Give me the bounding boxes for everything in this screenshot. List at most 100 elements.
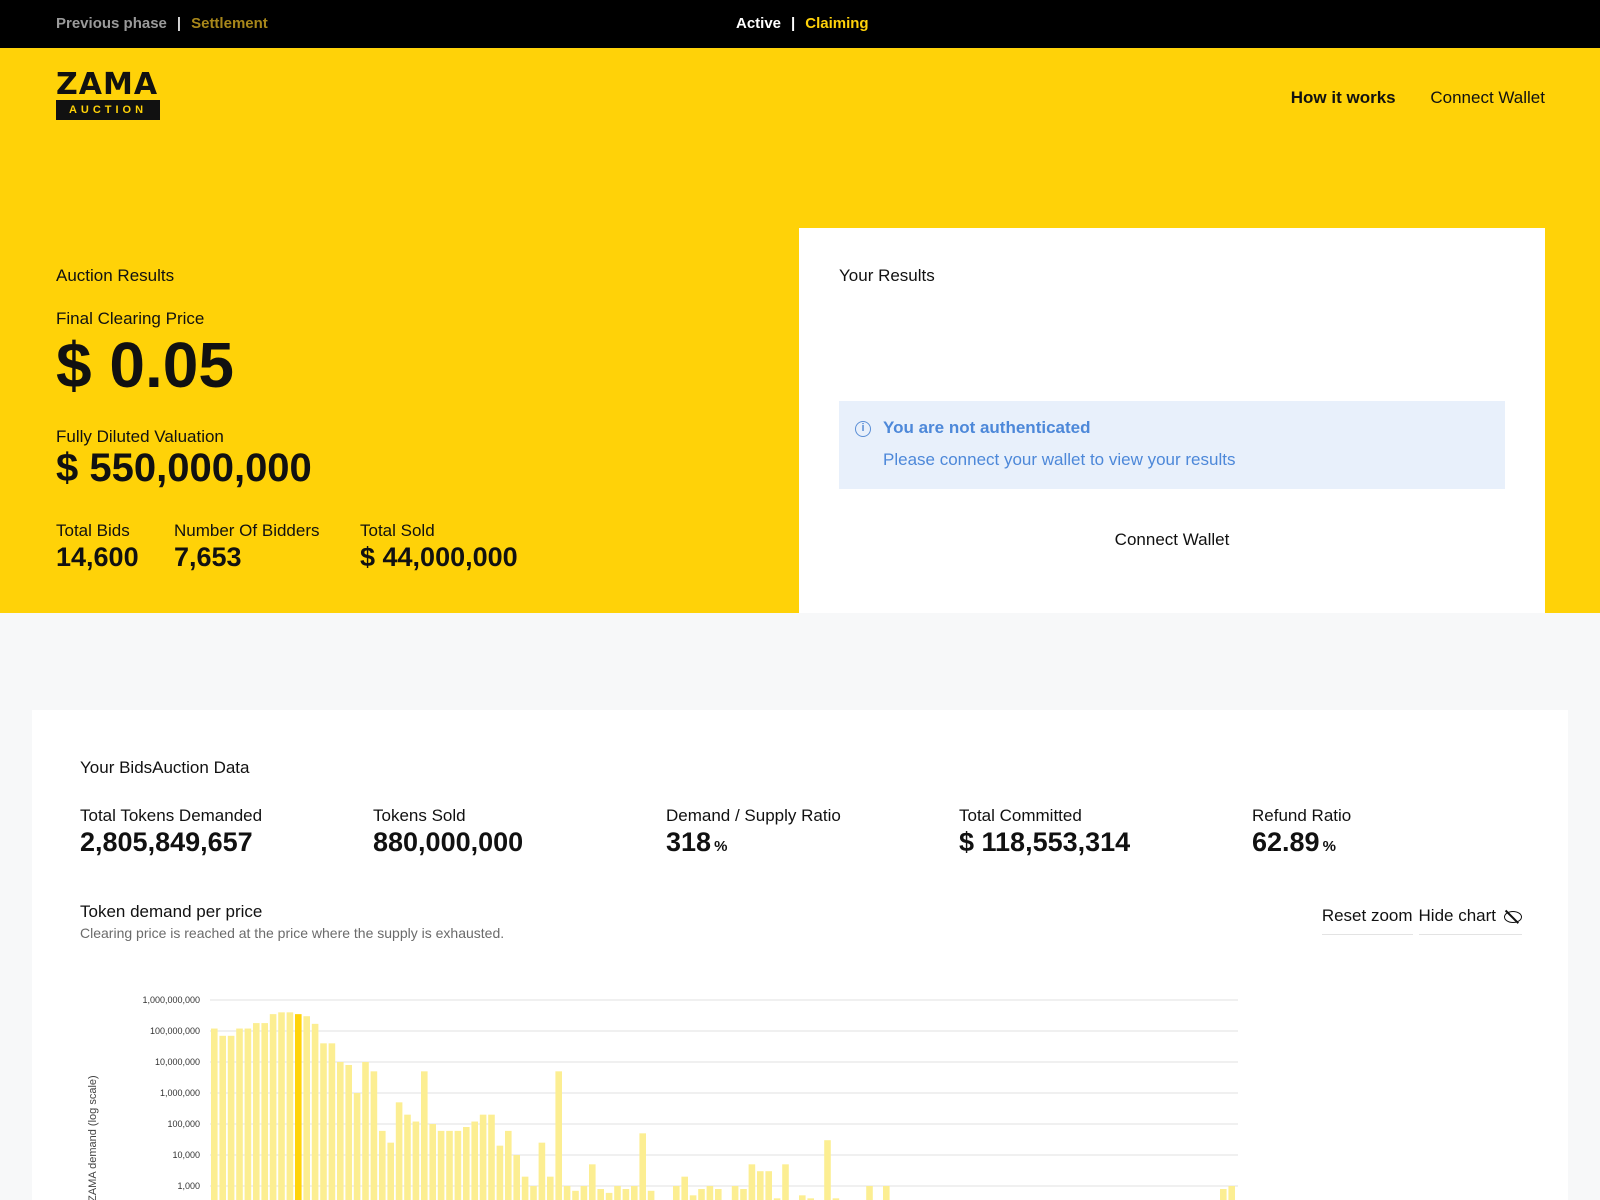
chart-bar[interactable] (572, 1190, 579, 1200)
kpi-value: 880,000,000 (373, 827, 526, 858)
how-it-works-link[interactable]: How it works (1291, 88, 1396, 107)
chart-bar[interactable] (463, 1127, 470, 1200)
kpi-demand-supply-ratio: Demand / Supply Ratio 318% (666, 806, 841, 858)
chart-bar[interactable] (555, 1071, 562, 1200)
chart-bar[interactable] (437, 1130, 445, 1200)
demand-chart-svg: $ZAMA demand (log scale) 1,000,000,000 100… (87, 995, 1238, 1200)
connect-wallet-nav-button[interactable]: Connect Wallet (1430, 88, 1545, 107)
reset-zoom-button[interactable]: Reset zoom (1321, 906, 1413, 935)
current-phase: Active | Claiming (736, 15, 869, 32)
chart-bar[interactable] (673, 1186, 680, 1200)
chart-bar[interactable] (563, 1186, 571, 1200)
chart-bar[interactable] (479, 1114, 487, 1200)
chart-bar[interactable] (404, 1114, 411, 1200)
chart-bar[interactable] (824, 1140, 831, 1200)
chart-bar[interactable] (689, 1195, 697, 1200)
chart-bar[interactable] (211, 1028, 218, 1200)
kpi-refund-ratio: Refund Ratio 62.89% (1252, 806, 1351, 858)
auction-results-title: Auction Results (56, 266, 175, 285)
phase-bar: Previous phase | Settlement Active | Claimin… (0, 0, 1600, 48)
chart-bar[interactable] (883, 1186, 890, 1200)
chart-bar[interactable] (244, 1028, 252, 1200)
chart-bar[interactable] (362, 1062, 369, 1200)
chart-bar[interactable] (748, 1164, 756, 1200)
chart-bar[interactable] (496, 1145, 504, 1200)
chart-bar[interactable] (286, 1012, 294, 1200)
chart-bar[interactable] (303, 1016, 310, 1200)
chart-bar[interactable] (488, 1114, 495, 1200)
chart-bar[interactable] (379, 1130, 386, 1200)
chart-bar[interactable] (446, 1130, 453, 1200)
chart-bar[interactable] (345, 1065, 352, 1200)
kpi-label: Demand / Supply Ratio (666, 806, 841, 825)
chart-bar[interactable] (597, 1189, 604, 1200)
chart-bar[interactable] (421, 1071, 428, 1200)
stat-number-of-bidders: Number Of Bidders 7,653 (174, 521, 320, 573)
chart-bar[interactable] (589, 1164, 596, 1200)
chart-bar[interactable] (799, 1195, 806, 1200)
chart-bar[interactable] (227, 1035, 235, 1200)
chart-bar[interactable] (1228, 1186, 1235, 1200)
chart-bar[interactable] (236, 1028, 243, 1200)
chart-bar[interactable] (454, 1130, 462, 1200)
logo-subtitle: AUCTION (56, 100, 160, 120)
phase-separator: | (791, 15, 796, 32)
chart-bar[interactable] (311, 1023, 319, 1200)
stat-value: 7,653 (174, 542, 242, 572)
chart-bar[interactable] (328, 1043, 336, 1200)
chart-bar[interactable] (757, 1171, 764, 1200)
info-icon: i (855, 421, 871, 437)
chart-bar[interactable] (605, 1192, 613, 1200)
auth-alert: i You are not authenticated Please conne… (839, 401, 1505, 489)
stat-value: 14,600 (56, 542, 139, 572)
chart-bar[interactable] (631, 1186, 638, 1200)
chart-bar[interactable] (395, 1102, 403, 1200)
fdv-label: Fully Diluted Valuation (56, 427, 224, 446)
y-tick-label: 1,000,000,000 (142, 995, 200, 1005)
kpi-value: 2,805,849,657 (80, 827, 262, 858)
chart-bar[interactable] (320, 1043, 327, 1200)
chart-bar[interactable] (530, 1186, 537, 1200)
chart-bar[interactable] (521, 1176, 529, 1200)
hide-chart-button[interactable]: Hide chart (1418, 906, 1522, 935)
chart-bar[interactable] (370, 1071, 378, 1200)
chart-bar[interactable] (740, 1189, 747, 1200)
chart-bar[interactable] (614, 1186, 621, 1200)
chart-bar[interactable] (513, 1155, 520, 1200)
reset-zoom-label: Reset zoom (1321, 906, 1413, 925)
chart-bar[interactable] (706, 1186, 714, 1200)
chart-bar[interactable] (337, 1062, 344, 1200)
previous-phase-label: Previous phase (56, 15, 167, 32)
chart-bar[interactable] (547, 1176, 554, 1200)
chart-bar[interactable] (278, 1012, 285, 1200)
chart-bar[interactable] (471, 1121, 478, 1200)
chart-bar[interactable] (580, 1186, 588, 1200)
chart-bar[interactable] (715, 1189, 722, 1200)
chart-bar[interactable] (1220, 1189, 1227, 1200)
chart-bar[interactable] (505, 1130, 512, 1200)
previous-phase[interactable]: Previous phase | Settlement (56, 15, 268, 32)
chart-bar[interactable] (429, 1124, 436, 1200)
chart-bar[interactable] (412, 1121, 420, 1200)
chart-bar[interactable] (253, 1023, 260, 1200)
chart-bar[interactable] (647, 1190, 655, 1200)
chart-bar[interactable] (782, 1164, 789, 1200)
stat-label: Total Bids (56, 521, 130, 540)
chart-bar[interactable] (219, 1035, 226, 1200)
chart-bar[interactable] (261, 1023, 268, 1200)
chart-bar[interactable] (269, 1014, 277, 1200)
chart-bar[interactable] (622, 1189, 630, 1200)
chart-bar[interactable] (681, 1176, 688, 1200)
zama-logo[interactable]: ZAMA AUCTION (56, 70, 160, 120)
chart-bar[interactable] (353, 1093, 361, 1200)
chart-bar[interactable] (639, 1133, 646, 1200)
chart-bar[interactable] (387, 1142, 394, 1200)
demand-chart[interactable]: $ZAMA demand (log scale) 1,000,000,000 100… (80, 968, 1240, 1200)
chart-bar[interactable] (765, 1171, 772, 1200)
chart-bar[interactable] (538, 1142, 546, 1200)
chart-bar[interactable] (698, 1189, 705, 1200)
chart-bar[interactable] (295, 1014, 302, 1200)
chart-bar[interactable] (731, 1186, 739, 1200)
connect-wallet-button[interactable]: Connect Wallet (799, 530, 1545, 550)
chart-bar[interactable] (866, 1186, 873, 1200)
